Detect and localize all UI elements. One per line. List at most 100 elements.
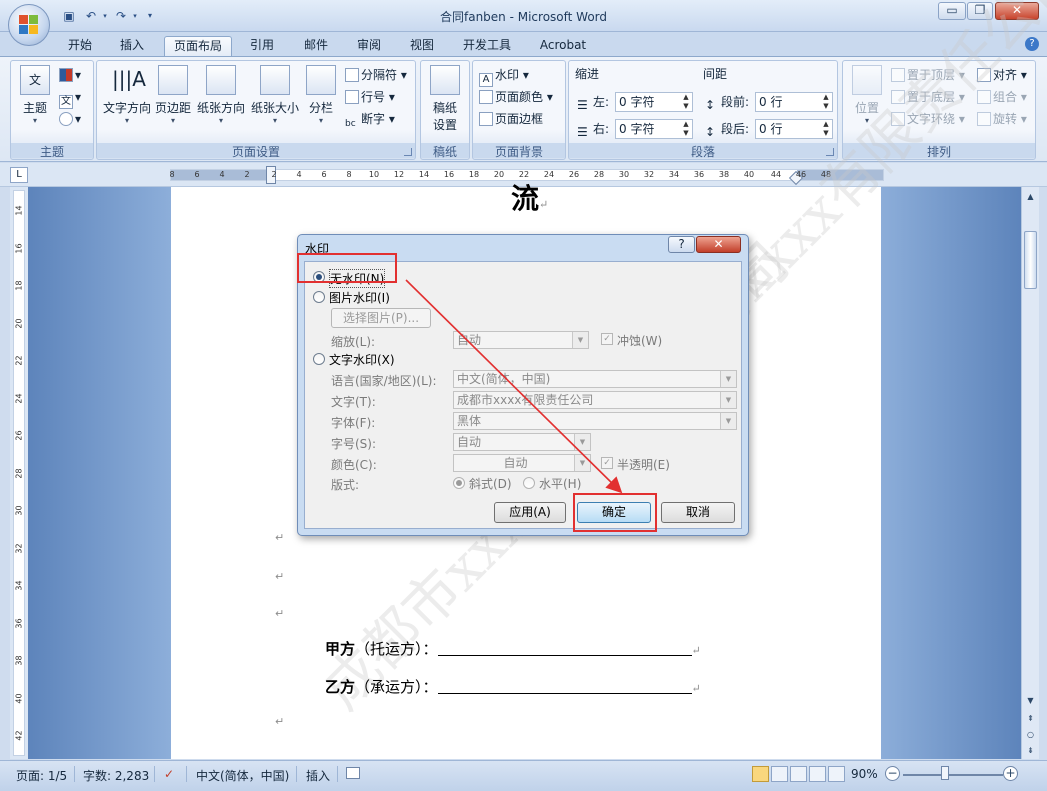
page-borders-button[interactable]: 页面边框 — [479, 110, 543, 128]
zoom-in-icon[interactable]: + — [1003, 766, 1018, 781]
ruler-tick-label: 10 — [368, 170, 380, 179]
select-picture-button[interactable]: 选择图片(P)... — [331, 308, 431, 328]
color-label: 颜色(C): — [331, 458, 377, 472]
previous-page-icon[interactable]: ⇞ — [1023, 711, 1038, 726]
draft-view-icon[interactable] — [828, 766, 845, 782]
page-count[interactable]: 页面: 1/5 — [16, 767, 67, 784]
browse-object-icon[interactable]: ○ — [1023, 727, 1038, 742]
hyphenation-button[interactable]: bc 断字 ▾ — [345, 110, 395, 129]
spelling-check-icon[interactable]: ✓ — [164, 767, 174, 781]
apply-button[interactable]: 应用(A) — [494, 502, 566, 523]
text-direction-button[interactable]: |||A 文字方向 ▾ — [101, 65, 153, 125]
tab-developer[interactable]: 开发工具 — [455, 36, 519, 56]
ruler-tick-label: 20 — [493, 170, 505, 179]
tab-home[interactable]: 开始 — [60, 36, 100, 56]
page-setup-launcher-icon[interactable] — [404, 148, 412, 156]
breaks-button[interactable]: 分隔符 ▾ — [345, 66, 407, 84]
size-button[interactable]: 纸张大小 ▾ — [249, 65, 301, 125]
print-layout-view-icon[interactable] — [752, 766, 769, 782]
text-watermark-label[interactable]: 文字水印(X) — [329, 351, 395, 368]
page-borders-label: 页面边框 — [495, 112, 544, 126]
orientation-button[interactable]: 纸张方向 ▾ — [195, 65, 247, 125]
line-numbers-button[interactable]: 行号 ▾ — [345, 88, 395, 106]
word-count[interactable]: 字数: 2,283 — [83, 767, 149, 784]
tab-page-layout[interactable]: 页面布局 — [164, 36, 232, 56]
spacing-after-text: 段后: — [721, 122, 750, 136]
theme-colors-button[interactable]: ▾ — [59, 66, 81, 84]
paragraph-mark-icon: ↵ — [691, 682, 701, 695]
color-select[interactable]: 自动 ▼ — [453, 454, 591, 472]
spin-arrows-icon[interactable]: ▲ ▼ — [820, 93, 832, 111]
theme-fonts-button[interactable]: 文 ▾ — [59, 88, 81, 109]
vertical-ruler-tick-label: 42 — [14, 730, 24, 741]
watermark-button[interactable]: A 水印 ▾ — [479, 66, 529, 87]
page-color-button[interactable]: 页面颜色 ▾ — [479, 88, 553, 106]
spin-arrows-icon[interactable]: ▲ ▼ — [680, 93, 692, 111]
language-select[interactable]: 中文(简体，中国) ▼ — [453, 370, 737, 388]
diagonal-radio[interactable] — [453, 477, 465, 489]
insert-mode[interactable]: 插入 — [306, 767, 330, 784]
orientation-icon — [206, 65, 236, 95]
breaks-label: 分隔符 — [361, 68, 398, 82]
washout-checkbox[interactable]: ✓ — [601, 333, 613, 345]
next-page-icon[interactable]: ⇟ — [1023, 743, 1038, 758]
spin-arrows-icon[interactable]: ▲ ▼ — [680, 120, 692, 138]
size-select[interactable]: 自动 ▼ — [453, 433, 591, 451]
ruler-tick-label: 8 — [169, 170, 175, 179]
zoom-slider-thumb[interactable] — [941, 766, 949, 780]
theme-button[interactable]: 文 主题 ▾ — [17, 65, 53, 125]
watermark-icon: A — [479, 73, 493, 87]
text-select[interactable]: 成都市xxxx有限责任公司 ▼ — [453, 391, 737, 409]
tab-review[interactable]: 审阅 — [349, 36, 389, 56]
columns-button[interactable]: 分栏 ▾ — [303, 65, 339, 125]
picture-watermark-label[interactable]: 图片水印(I) — [329, 289, 390, 306]
spacing-after-input[interactable]: 0 行 ▲ ▼ — [755, 119, 833, 139]
full-screen-reading-view-icon[interactable] — [771, 766, 788, 782]
paragraph-mark-icon: ↵ — [275, 531, 285, 544]
outline-view-icon[interactable] — [809, 766, 826, 782]
cancel-button[interactable]: 取消 — [661, 502, 735, 523]
tab-acrobat[interactable]: Acrobat — [532, 36, 594, 56]
margins-button[interactable]: 页边距 ▾ — [153, 65, 193, 125]
tab-selector-icon[interactable]: L — [10, 167, 28, 183]
tab-mailings[interactable]: 邮件 — [296, 36, 336, 56]
indent-left-input[interactable]: 0 字符 ▲ ▼ — [615, 92, 693, 112]
zoom-level[interactable]: 90% — [851, 767, 878, 781]
zoom-slider[interactable] — [903, 774, 1003, 776]
text-watermark-radio[interactable] — [313, 353, 325, 365]
paragraph-mark-icon: ↵ — [539, 198, 549, 211]
web-layout-view-icon[interactable] — [790, 766, 807, 782]
semitransparent-checkbox[interactable]: ✓ — [601, 457, 613, 469]
dialog-close-button[interactable]: ✕ — [696, 236, 741, 253]
ruler-tick-label: 6 — [194, 170, 200, 179]
vertical-scrollbar[interactable]: ▲ ▼ ⇞ ○ ⇟ — [1021, 187, 1039, 759]
tab-insert[interactable]: 插入 — [112, 36, 152, 56]
zoom-out-icon[interactable]: − — [885, 766, 900, 781]
tab-view[interactable]: 视图 — [402, 36, 442, 56]
page-color-icon — [479, 90, 493, 104]
indent-right-input[interactable]: 0 字符 ▲ ▼ — [615, 119, 693, 139]
vertical-ruler-tick-label: 24 — [14, 392, 24, 404]
font-select[interactable]: 黑体 ▼ — [453, 412, 737, 430]
language-indicator[interactable]: 中文(简体，中国) — [196, 767, 289, 784]
scale-select[interactable]: 自动 ▼ — [453, 331, 589, 349]
picture-watermark-radio[interactable] — [313, 291, 325, 303]
vertical-ruler-tick-label: 20 — [14, 317, 24, 329]
chevron-down-icon: ▼ — [720, 371, 736, 387]
washout-label: 冲蚀(W) — [617, 334, 663, 348]
rotate-button[interactable]: 旋转 ▾ — [977, 110, 1027, 128]
color-value: 自动 — [503, 456, 528, 470]
highlight-ok-button — [573, 493, 657, 532]
dialog-help-button[interactable]: ? — [668, 236, 695, 253]
spin-arrows-icon[interactable]: ▲ ▼ — [820, 120, 832, 138]
scroll-thumb[interactable] — [1024, 231, 1037, 289]
draft-settings-button[interactable]: 稿纸 设置 — [425, 65, 465, 133]
office-button[interactable] — [8, 4, 50, 46]
spacing-before-input[interactable]: 0 行 ▲ ▼ — [755, 92, 833, 112]
tab-references[interactable]: 引用 — [242, 36, 282, 56]
scroll-up-icon[interactable]: ▲ — [1023, 189, 1038, 204]
macro-record-icon[interactable] — [346, 767, 360, 779]
scroll-down-icon[interactable]: ▼ — [1023, 693, 1038, 708]
theme-effects-button[interactable]: ▾ — [59, 110, 81, 128]
horizontal-radio[interactable] — [523, 477, 535, 489]
